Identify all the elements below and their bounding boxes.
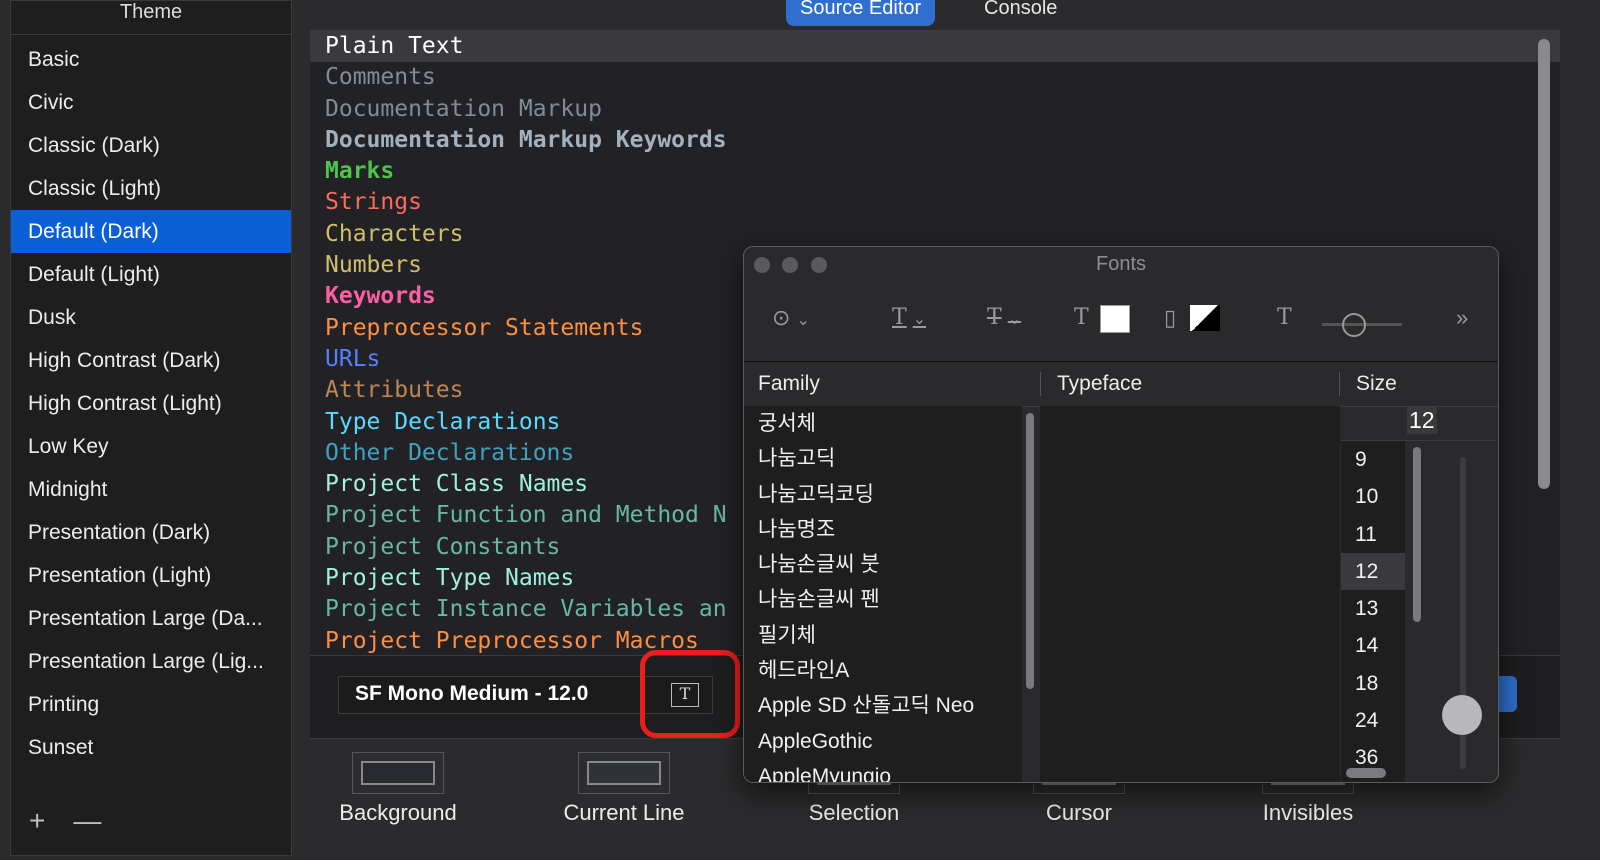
theme-item[interactable]: Default (Light): [11, 253, 291, 296]
font-family-item[interactable]: 헤드라인A: [744, 653, 1022, 688]
font-family-item[interactable]: 나눔손글씨 펜: [744, 582, 1022, 617]
theme-item[interactable]: Presentation (Light): [11, 554, 291, 597]
text-color-icon[interactable]: T: [1074, 305, 1089, 330]
highlight-annotation: [640, 650, 740, 738]
theme-item[interactable]: High Contrast (Dark): [11, 339, 291, 382]
color-swatch-fill: [587, 761, 661, 785]
theme-item[interactable]: Low Key: [11, 425, 291, 468]
font-size-item[interactable]: 24: [1341, 702, 1405, 739]
font-size-item[interactable]: 13: [1341, 590, 1405, 627]
fonts-window: Fonts ⊙ ⌄ T ⌄ T ⌄ T ▯ T » Family Typeface S…: [743, 246, 1499, 783]
syntax-item[interactable]: Documentation Markup Keywords: [310, 125, 1560, 156]
typeface-header: Typeface: [1057, 372, 1143, 395]
theme-item[interactable]: Dusk: [11, 296, 291, 339]
font-family-item[interactable]: AppleMyungjo: [744, 759, 1022, 782]
syntax-item[interactable]: Plain Text: [310, 31, 1560, 63]
document-color-swatch[interactable]: [1190, 305, 1220, 331]
more-chevron-icon[interactable]: »: [1456, 305, 1468, 331]
shadow-slider-knob[interactable]: [1342, 313, 1366, 337]
actions-icon[interactable]: ⊙ ⌄: [772, 305, 810, 331]
size-scrollbar[interactable]: [1413, 447, 1421, 622]
font-size-item[interactable]: 9: [1341, 441, 1405, 478]
remove-theme-button[interactable]: —: [73, 805, 101, 837]
size-horizontal-scrollbar[interactable]: [1346, 768, 1386, 778]
theme-item[interactable]: Presentation Large (Da...: [11, 597, 291, 640]
size-input[interactable]: 12: [1407, 407, 1437, 434]
underline-icon[interactable]: T ⌄: [892, 305, 926, 330]
font-size-item[interactable]: 18: [1341, 665, 1405, 702]
theme-item[interactable]: Midnight: [11, 468, 291, 511]
syntax-item[interactable]: Strings: [310, 187, 1560, 218]
theme-item[interactable]: Classic (Dark): [11, 124, 291, 167]
swatch-label: Selection: [808, 800, 900, 825]
font-family-item[interactable]: 나눔고딕: [744, 441, 1022, 476]
column-divider: [1339, 372, 1340, 396]
font-family-item[interactable]: 나눔명조: [744, 512, 1022, 547]
font-family-item[interactable]: 필기체: [744, 618, 1022, 653]
font-label: SF Mono Medium - 12.0: [355, 682, 589, 705]
font-size-item[interactable]: 12: [1341, 552, 1405, 591]
typeface-list: [1040, 406, 1340, 782]
tab-source-editor[interactable]: Source Editor: [786, 0, 936, 26]
swatch-label: Current Line: [563, 800, 685, 825]
size-header: Size: [1356, 372, 1397, 395]
family-scrollbar[interactable]: [1026, 413, 1034, 689]
font-family-item[interactable]: 궁서체: [744, 406, 1022, 441]
family-list: 궁서체 나눔고딕 나눔고딕코딩 나눔명조 나눔손글씨 붓 나눔손글씨 펜 필기체 헤드라인A A…: [744, 406, 1022, 782]
font-family-item[interactable]: Apple SD 산돌고딕 Neo: [744, 688, 1022, 723]
theme-item[interactable]: High Contrast (Light): [11, 382, 291, 425]
syntax-item[interactable]: Documentation Markup: [310, 94, 1560, 125]
syntax-item[interactable]: Marks: [310, 156, 1560, 187]
color-swatch[interactable]: [352, 752, 444, 794]
color-swatch-fill: [361, 761, 435, 785]
font-size-item[interactable]: 11: [1341, 516, 1405, 553]
size-slider-knob[interactable]: [1442, 695, 1482, 735]
theme-item[interactable]: Presentation Large (Lig...: [11, 640, 291, 683]
theme-item[interactable]: Sunset: [11, 726, 291, 769]
column-divider: [1040, 372, 1041, 396]
font-size-item[interactable]: 14: [1341, 627, 1405, 664]
theme-item[interactable]: Civic: [11, 81, 291, 124]
swatch-label: Cursor: [1045, 800, 1112, 825]
fonts-toolbar: ⊙ ⌄ T ⌄ T ⌄ T ▯ T »: [744, 283, 1498, 362]
theme-header: Theme: [11, 1, 291, 35]
font-size-item[interactable]: 10: [1341, 478, 1405, 515]
size-list: 9 10 11 12 13 14 18 24 36: [1341, 441, 1405, 782]
theme-item[interactable]: Presentation (Dark): [11, 511, 291, 554]
theme-item[interactable]: Default (Dark): [11, 210, 291, 253]
theme-buttons: + —: [29, 805, 101, 837]
text-color-swatch[interactable]: [1100, 305, 1130, 333]
family-header: Family: [758, 372, 820, 395]
strikethrough-icon[interactable]: T ⌄: [987, 305, 1021, 330]
color-swatch[interactable]: [578, 752, 670, 794]
tab-bar: Source Editor Console: [310, 0, 1560, 30]
font-family-item[interactable]: AppleGothic: [744, 724, 1022, 759]
font-family-item[interactable]: 나눔손글씨 붓: [744, 547, 1022, 582]
tab-console[interactable]: Console: [970, 0, 1071, 26]
theme-item[interactable]: Classic (Light): [11, 167, 291, 210]
theme-item[interactable]: Basic: [11, 38, 291, 81]
theme-item[interactable]: Printing: [11, 683, 291, 726]
shadow-icon[interactable]: T: [1277, 305, 1292, 330]
fonts-headers: Family Typeface Size: [744, 362, 1498, 407]
swatch-label: Invisibles: [1262, 800, 1354, 825]
add-theme-button[interactable]: +: [29, 805, 45, 837]
font-family-item[interactable]: 나눔고딕코딩: [744, 477, 1022, 512]
syntax-scrollbar[interactable]: [1538, 39, 1550, 489]
swatch-label: Background: [339, 800, 457, 825]
fonts-window-title: Fonts: [1095, 253, 1147, 275]
theme-panel: Theme Basic Civic Classic (Dark) Classic (L…: [10, 0, 292, 856]
syntax-item[interactable]: Comments: [310, 62, 1560, 93]
document-color-icon[interactable]: ▯: [1164, 305, 1176, 331]
theme-header-label: Theme: [119, 1, 183, 23]
theme-list: Basic Civic Classic (Dark) Classic (Light) D…: [11, 35, 291, 769]
fonts-titlebar: Fonts: [744, 247, 1498, 283]
